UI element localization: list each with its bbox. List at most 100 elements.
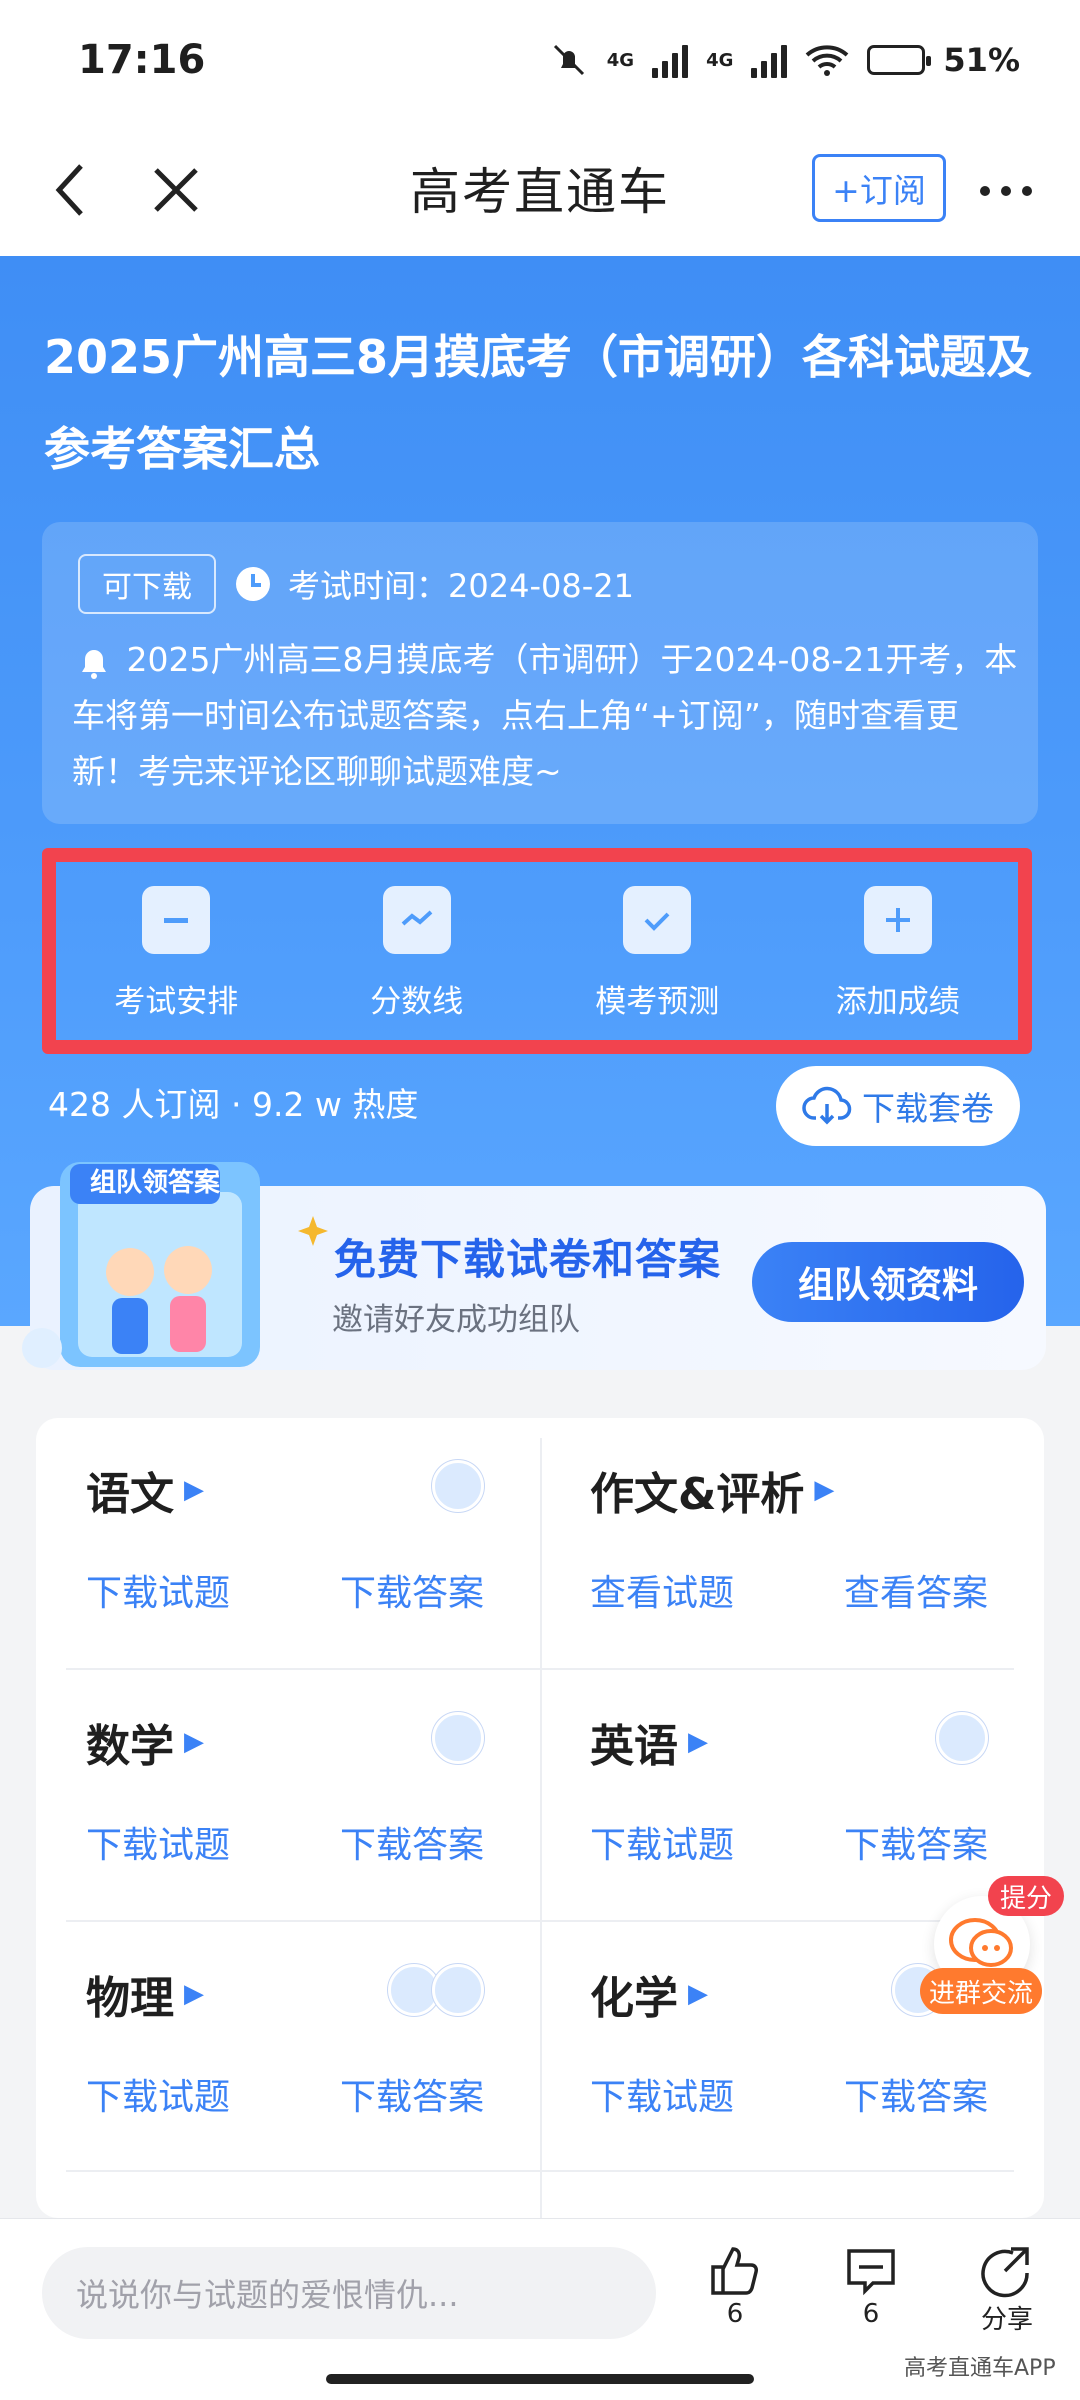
like-button[interactable]: 6 — [690, 2243, 780, 2329]
notice-text: 2025广州高三8月摸底考（市调研）于2024-08-21开考，本车将第一时间公… — [72, 640, 1018, 791]
triangle-right-icon: ▶ — [688, 1727, 708, 1757]
subject-grid: 语文 ▶ 下载试题 下载答案 作文&评析 ▶ 查看试题 查看答案 数学 ▶ 下载试题 … — [36, 1418, 1044, 2218]
download-questions-link[interactable]: 下载试题 — [86, 2068, 230, 2120]
bell-icon — [82, 649, 106, 679]
avatar — [432, 1712, 484, 1764]
comment-input[interactable]: 说说你与试题的爱恨情仇... — [42, 2247, 656, 2339]
wifi-icon — [806, 45, 849, 76]
quick-actions-highlight: 考试安排 分数线 模考预测 添加成绩 — [42, 848, 1032, 1054]
subject-card-physics: 物理 ▶ 下载试题 下载答案 — [36, 1922, 540, 2174]
action-label: 添加成绩 — [835, 983, 960, 1020]
subject-card-essay: 作文&评析 ▶ 查看试题 查看答案 — [540, 1418, 1044, 1670]
download-answers-link[interactable]: 下载答案 — [844, 2068, 988, 2120]
article-title: 2025广州高三8月摸底考（市调研）各科试题及参考答案汇总 — [44, 330, 1033, 476]
battery-percent: 51% — [943, 41, 1020, 79]
avatar — [432, 1964, 484, 2016]
download-answers-link[interactable]: 下载答案 — [844, 1816, 988, 1868]
action-mock-prediction[interactable]: 模考预测 — [557, 885, 757, 1021]
net-label-1: 4G — [606, 49, 635, 71]
comment-icon — [847, 2249, 895, 2296]
triangle-right-icon: ▶ — [688, 1979, 708, 2009]
triangle-right-icon: ▶ — [184, 1727, 204, 1757]
boost-badge: 提分 — [988, 1876, 1064, 1916]
share-button[interactable]: 分享 — [962, 2243, 1052, 2336]
triangle-right-icon: ▶ — [184, 1475, 204, 1505]
net-label-2: 4G — [706, 49, 734, 71]
status-icons: 4G 4G 51% — [549, 40, 1020, 80]
status-time: 17:16 — [78, 37, 206, 83]
subject-label: 作文&评析 — [590, 1469, 805, 1520]
clock-icon — [236, 567, 270, 601]
download-answers-link[interactable]: 下载答案 — [340, 1564, 484, 1616]
subject-name[interactable]: 英语 ▶ — [590, 1710, 708, 1774]
like-count: 6 — [726, 2299, 744, 2329]
share-icon — [981, 2247, 1029, 2298]
more-button[interactable] — [976, 166, 1036, 216]
triangle-right-icon: ▶ — [814, 1475, 835, 1505]
subject-name[interactable]: 语文 ▶ — [86, 1458, 204, 1522]
minus-calendar-icon — [142, 885, 211, 954]
exam-time-text: 考试时间：2024-08-21 — [288, 567, 634, 605]
join-group-label: 进群交流 — [920, 1968, 1042, 2014]
mute-icon — [553, 44, 584, 76]
download-questions-link[interactable]: 下载试题 — [86, 1564, 230, 1616]
avatar — [936, 1712, 988, 1764]
exam-notice: 2025广州高三8月摸底考（市调研）于2024-08-21开考，本车将第一时间公… — [72, 632, 1022, 800]
download-questions-link[interactable]: 下载试题 — [590, 2068, 734, 2120]
subscribe-button[interactable]: +订阅 — [812, 154, 946, 222]
check-clipboard-icon — [623, 885, 692, 954]
team-cta-button[interactable]: 组队领资料 — [752, 1242, 1024, 1322]
subject-card-chinese: 语文 ▶ 下载试题 下载答案 — [36, 1418, 540, 1670]
avatar — [432, 1460, 484, 1512]
triangle-right-icon: ▶ — [184, 1979, 204, 2009]
thumbs-up-icon — [711, 2247, 758, 2295]
app-watermark: 高考直通车APP — [904, 2356, 1056, 2381]
plus-icon — [863, 885, 932, 954]
team-promo-banner[interactable]: 组队领答案 免费下载试卷和答案 邀请好友成功组队 组队领资料 — [22, 1162, 1046, 1370]
action-label: 模考预测 — [595, 983, 720, 1020]
subject-card-math: 数学 ▶ 下载试题 下载答案 — [36, 1670, 540, 1922]
signal-icon — [652, 42, 689, 78]
sparkle-icon — [298, 1216, 328, 1246]
nav-bar: 高考直通车 +订阅 — [0, 120, 1080, 256]
download-set-label: 下载套卷 — [862, 1089, 994, 1128]
exam-time: 考试时间：2024-08-21 — [234, 554, 634, 614]
group-chat-float[interactable]: 提分 进群交流 — [920, 1876, 1064, 2036]
subject-label: 化学 — [590, 1973, 678, 2024]
action-label: 分数线 — [370, 983, 464, 1020]
signal-icon — [751, 42, 788, 78]
comment-button[interactable]: 6 — [826, 2243, 916, 2329]
download-questions-link[interactable]: 下载试题 — [590, 1816, 734, 1868]
subject-label: 物理 — [86, 1973, 174, 2024]
home-indicator[interactable] — [326, 2374, 754, 2384]
subject-name[interactable]: 数学 ▶ — [86, 1710, 204, 1774]
cloud-download-icon — [802, 1086, 852, 1125]
subject-label: 语文 — [86, 1469, 174, 1520]
illustration-label: 组队领答案 — [90, 1168, 221, 1198]
subject-name[interactable]: 化学 ▶ — [590, 1962, 708, 2026]
exam-info-box: 可下载 考试时间：2024-08-21 2025广州高三8月摸底考（市调研）于2… — [42, 522, 1038, 824]
promo-title: 免费下载试卷和答案 — [334, 1235, 722, 1284]
download-set-button[interactable]: 下载套卷 — [776, 1066, 1020, 1146]
subject-name[interactable]: 物理 ▶ — [86, 1962, 204, 2026]
comment-count: 6 — [862, 2299, 880, 2329]
download-questions-link[interactable]: 下载试题 — [86, 1816, 230, 1868]
subject-name[interactable]: 作文&评析 ▶ — [590, 1458, 834, 1522]
download-answers-link[interactable]: 下载答案 — [340, 2068, 484, 2120]
action-label: 考试安排 — [114, 983, 239, 1020]
subscription-stats: 428 人订阅 · 9.2 w 热度 — [48, 1085, 419, 1124]
view-questions-link[interactable]: 查看试题 — [590, 1564, 734, 1616]
downloadable-tag: 可下载 — [78, 554, 216, 614]
status-bar: 17:16 4G 4G 51% — [0, 0, 1080, 120]
battery-icon — [867, 45, 932, 75]
action-score-line[interactable]: 分数线 — [317, 885, 517, 1021]
share-label: 分享 — [980, 2305, 1033, 2335]
line-chart-icon — [382, 885, 451, 954]
subject-label: 数学 — [86, 1721, 174, 1772]
action-exam-schedule[interactable]: 考试安排 — [76, 885, 276, 1021]
view-answers-link[interactable]: 查看答案 — [844, 1564, 988, 1616]
more-dots-icon — [980, 186, 1032, 196]
subject-label: 英语 — [590, 1721, 678, 1772]
download-answers-link[interactable]: 下载答案 — [340, 1816, 484, 1868]
action-add-score[interactable]: 添加成绩 — [798, 885, 998, 1021]
